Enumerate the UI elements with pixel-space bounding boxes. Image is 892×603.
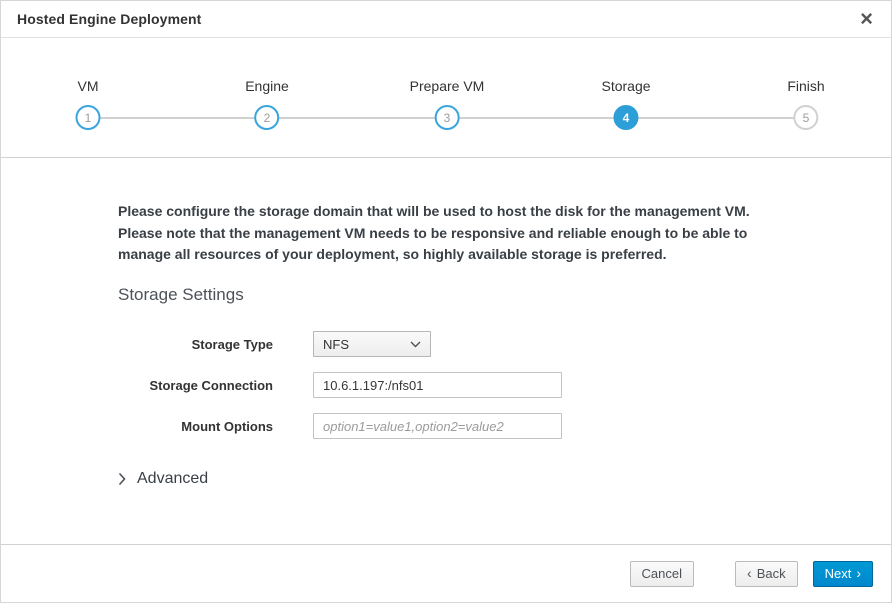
storage-type-select[interactable]: NFS xyxy=(313,331,431,357)
chevron-right-icon xyxy=(118,472,126,486)
storage-connection-input[interactable] xyxy=(313,372,562,398)
back-button[interactable]: ‹ Back xyxy=(735,561,798,587)
chevron-down-icon xyxy=(410,341,421,348)
storage-step-content: Please configure the storage domain that… xyxy=(1,201,891,488)
dialog-footer: Cancel ‹ Back Next › xyxy=(1,544,891,602)
step-number: 3 xyxy=(444,111,451,125)
dialog-title: Hosted Engine Deployment xyxy=(17,11,201,27)
step-number: 4 xyxy=(623,111,630,125)
close-icon[interactable]: × xyxy=(858,9,875,29)
mount-options-row: Mount Options xyxy=(118,413,791,439)
step-circle: 3 xyxy=(434,105,459,130)
step-number: 5 xyxy=(803,111,810,125)
step-label: Engine xyxy=(245,78,289,94)
storage-settings-heading: Storage Settings xyxy=(118,285,791,305)
storage-connection-row: Storage Connection xyxy=(118,372,791,398)
step-label: Storage xyxy=(601,78,650,94)
wizard-step-prepare-vm[interactable]: Prepare VM 3 xyxy=(410,38,485,130)
hosted-engine-deployment-dialog: Hosted Engine Deployment × VM 1 Engine 2… xyxy=(0,0,892,603)
step-circle: 5 xyxy=(793,105,818,130)
step-circle-active: 4 xyxy=(613,105,638,130)
step-label: Finish xyxy=(787,78,824,94)
next-button-label: Next xyxy=(825,567,852,580)
storage-description-text: Please configure the storage domain that… xyxy=(118,201,794,266)
angle-left-icon: ‹ xyxy=(747,566,752,580)
wizard-step-storage[interactable]: Storage 4 xyxy=(601,38,650,130)
back-button-label: Back xyxy=(757,567,786,580)
step-circle: 1 xyxy=(76,105,101,130)
advanced-expander[interactable]: Advanced xyxy=(118,470,791,488)
wizard-step-engine[interactable]: Engine 2 xyxy=(245,38,289,130)
advanced-label: Advanced xyxy=(137,470,208,488)
storage-settings-form: Storage Type NFS Storage Connection Moun… xyxy=(118,331,791,439)
step-number: 2 xyxy=(264,111,271,125)
storage-type-value: NFS xyxy=(323,337,349,352)
step-label: VM xyxy=(76,78,101,94)
step-number: 1 xyxy=(85,111,92,125)
storage-connection-label: Storage Connection xyxy=(118,378,273,393)
next-button[interactable]: Next › xyxy=(813,561,873,587)
wizard-step-vm[interactable]: VM 1 xyxy=(76,38,101,130)
dialog-header: Hosted Engine Deployment × xyxy=(1,1,891,38)
wizard-step-finish[interactable]: Finish 5 xyxy=(787,38,824,130)
step-circle: 2 xyxy=(255,105,280,130)
mount-options-label: Mount Options xyxy=(118,419,273,434)
cancel-button[interactable]: Cancel xyxy=(630,561,694,587)
mount-options-input[interactable] xyxy=(313,413,562,439)
step-label: Prepare VM xyxy=(410,78,485,94)
storage-type-row: Storage Type NFS xyxy=(118,331,791,357)
angle-right-icon: › xyxy=(856,566,861,580)
storage-type-label: Storage Type xyxy=(118,337,273,352)
wizard-steps-bar: VM 1 Engine 2 Prepare VM 3 Storage 4 Fin… xyxy=(1,38,891,158)
